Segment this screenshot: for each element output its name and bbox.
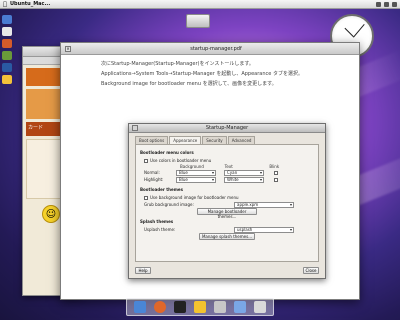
use-colors-checkbox[interactable] — [144, 158, 148, 163]
apple-menu-icon[interactable]:  — [0, 1, 10, 8]
dock — [126, 298, 274, 316]
status-area — [376, 1, 400, 7]
folder-icon[interactable] — [234, 301, 246, 313]
wifi-icon[interactable] — [376, 1, 381, 7]
app-icon[interactable] — [2, 63, 12, 72]
usplash-row: Usplash theme: usplash — [144, 226, 314, 233]
smiley-icon: ☺ — [42, 205, 60, 223]
left-desktop-icons — [0, 12, 14, 87]
use-bg-image-label: Use background image for bootloader menu — [150, 195, 239, 200]
normal-label: Normal: — [144, 170, 160, 175]
trash-icon[interactable] — [254, 301, 266, 313]
color-column-headers: Background Text Blink — [180, 164, 314, 169]
menubar-app-title[interactable]: Ubuntu_Mac... — [10, 1, 50, 7]
grub-bg-label: Grub background image: — [144, 202, 194, 207]
volume-icon[interactable] — [384, 1, 389, 7]
section-heading: Bootloader themes — [140, 187, 183, 192]
window-title: startup-manager.pdf — [190, 45, 242, 52]
hard-disk-icon[interactable] — [186, 14, 210, 28]
use-bg-image-checkbox[interactable] — [144, 195, 148, 200]
normal-color-row: Normal: Blue Cyan — [144, 169, 314, 176]
document-content: 次にStartup-Manager(Startup-Manager)をインストー… — [61, 55, 359, 88]
tab-appearance[interactable]: Appearance — [169, 136, 202, 144]
tab-advanced[interactable]: Advanced — [227, 136, 256, 144]
manage-bootloader-themes-button[interactable]: Manage bootloader themes... — [197, 208, 257, 219]
highlight-background-select[interactable]: Blue — [176, 176, 216, 183]
normal-background-select[interactable]: Blue — [176, 169, 216, 176]
firefox-icon[interactable] — [154, 301, 166, 313]
column-header: Blink — [269, 164, 280, 169]
usplash-select[interactable]: usplash — [234, 226, 294, 233]
close-icon[interactable] — [132, 125, 138, 131]
section-heading: Bootloader menu colors — [140, 150, 194, 155]
manage-splash-row: Manage splash themes... — [140, 233, 314, 240]
terminal-icon[interactable] — [174, 301, 186, 313]
section-heading: Splash themes — [140, 219, 174, 224]
normal-blink-checkbox[interactable] — [274, 170, 278, 175]
close-button[interactable]: Close — [303, 267, 319, 274]
dialog-titlebar[interactable]: Startup-Manager — [129, 124, 325, 133]
folder-icon[interactable] — [2, 15, 12, 24]
appearance-panel: Bootloader menu colors Use colors in boo… — [135, 144, 319, 262]
chat-icon[interactable] — [194, 301, 206, 313]
battery-icon[interactable] — [392, 1, 397, 7]
doc-paragraph: Applications→System Tools→Startup-Manage… — [101, 71, 303, 77]
use-bg-image-row[interactable]: Use background image for bootloader menu — [144, 194, 314, 201]
highlight-color-row: Highlight: Blue White — [144, 176, 314, 183]
normal-text-select[interactable]: Cyan — [224, 169, 264, 176]
app-icon[interactable] — [2, 39, 12, 48]
doc-paragraph: 次にStartup-Manager(Startup-Manager)をインストー… — [101, 61, 254, 67]
column-header: Background — [180, 164, 204, 169]
highlight-text-select[interactable]: White — [224, 176, 264, 183]
app-icon[interactable] — [2, 51, 12, 60]
grub-bg-row: Grub background image: apple.xpm — [144, 201, 314, 208]
use-colors-row[interactable]: Use colors in bootloader menu — [144, 157, 314, 164]
dialog-title: Startup-Manager — [205, 125, 249, 131]
window-titlebar[interactable]: × startup-manager.pdf — [61, 43, 359, 55]
clock-minute-hand — [353, 23, 365, 38]
use-colors-label: Use colors in bootloader menu — [150, 158, 212, 163]
close-icon[interactable]: × — [65, 45, 71, 52]
document-icon[interactable] — [2, 27, 12, 36]
finder-icon[interactable] — [134, 301, 146, 313]
highlight-blink-checkbox[interactable] — [274, 177, 278, 182]
tab-bar: Boot options Appearance Security Advance… — [129, 133, 325, 144]
tab-boot-options[interactable]: Boot options — [135, 136, 169, 144]
manage-splash-themes-button[interactable]: Manage splash themes... — [199, 233, 255, 240]
highlight-label: Highlight: — [144, 177, 164, 182]
manage-bootloader-row: Manage bootloader themes... — [140, 208, 314, 219]
app-icon[interactable] — [2, 75, 12, 84]
grub-bg-select[interactable]: apple.xpm — [234, 201, 294, 208]
startup-manager-dialog[interactable]: Startup-Manager Boot options Appearance … — [128, 123, 326, 279]
help-button[interactable]: Help — [135, 267, 151, 274]
column-header: Text — [224, 164, 233, 169]
doc-paragraph: Background image for bootloader menu を選択… — [101, 81, 277, 87]
menubar:  Ubuntu_Mac... — [0, 0, 400, 9]
dialog-footer: Help Close — [135, 267, 319, 274]
tab-security[interactable]: Security — [202, 136, 227, 144]
settings-icon[interactable] — [214, 301, 226, 313]
usplash-label: Usplash theme: — [144, 227, 176, 232]
